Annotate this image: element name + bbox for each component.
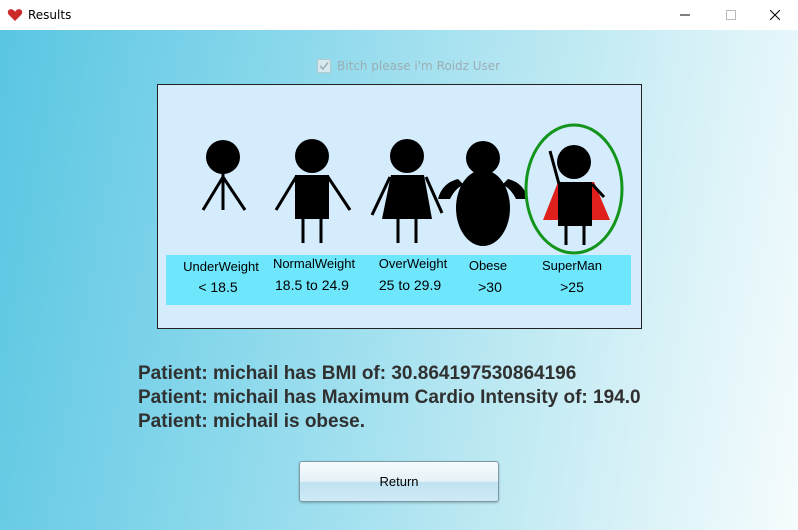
underweight-figure [201,140,247,211]
category-range-obese: >30 [478,279,502,295]
category-range-normalweight: 18.5 to 24.9 [275,277,349,293]
bmi-result-line: Patient: michail has BMI of: 30.86419753… [138,363,577,384]
maximize-button[interactable] [708,0,754,30]
category-name-obese: Obese [469,258,507,273]
close-button[interactable] [752,0,798,30]
obese-figure [438,141,528,246]
roidz-user-checkbox-label: Bitch please i'm Roidz User [337,59,501,73]
results-panel: Bitch please i'm Roidz User UnderWeight … [0,30,798,530]
cardio-intensity-line: Patient: michail has Maximum Cardio Inte… [138,387,641,408]
title-bar: Results [0,0,798,30]
results-text: Patient: michail has BMI of: 30.86419753… [138,362,641,434]
heart-icon [7,7,23,23]
superman-figure [543,145,610,245]
category-name-overweight: OverWeight [379,256,448,271]
classification-line: Patient: michail is obese. [138,411,366,432]
category-name-underweight: UnderWeight [183,259,259,274]
category-range-overweight: 25 to 29.9 [379,277,441,293]
checkmark-icon [319,62,329,71]
minimize-button[interactable] [662,0,708,30]
minimize-icon [680,14,690,16]
close-icon [770,10,780,20]
bmi-category-chart: UnderWeight < 18.5 NormalWeight 18.5 to … [157,84,642,329]
maximize-icon [726,10,736,20]
normalweight-figure [274,139,352,243]
roidz-user-checkbox-row: Bitch please i'm Roidz User [317,58,500,74]
category-name-normalweight: NormalWeight [273,256,356,271]
return-button[interactable]: Return [299,461,499,502]
category-range-underweight: < 18.5 [198,279,238,295]
category-name-superman: SuperMan [542,258,602,273]
category-range-superman: >25 [560,279,584,295]
roidz-user-checkbox[interactable] [317,59,331,73]
window-title: Results [28,8,72,22]
overweight-figure [370,139,444,243]
